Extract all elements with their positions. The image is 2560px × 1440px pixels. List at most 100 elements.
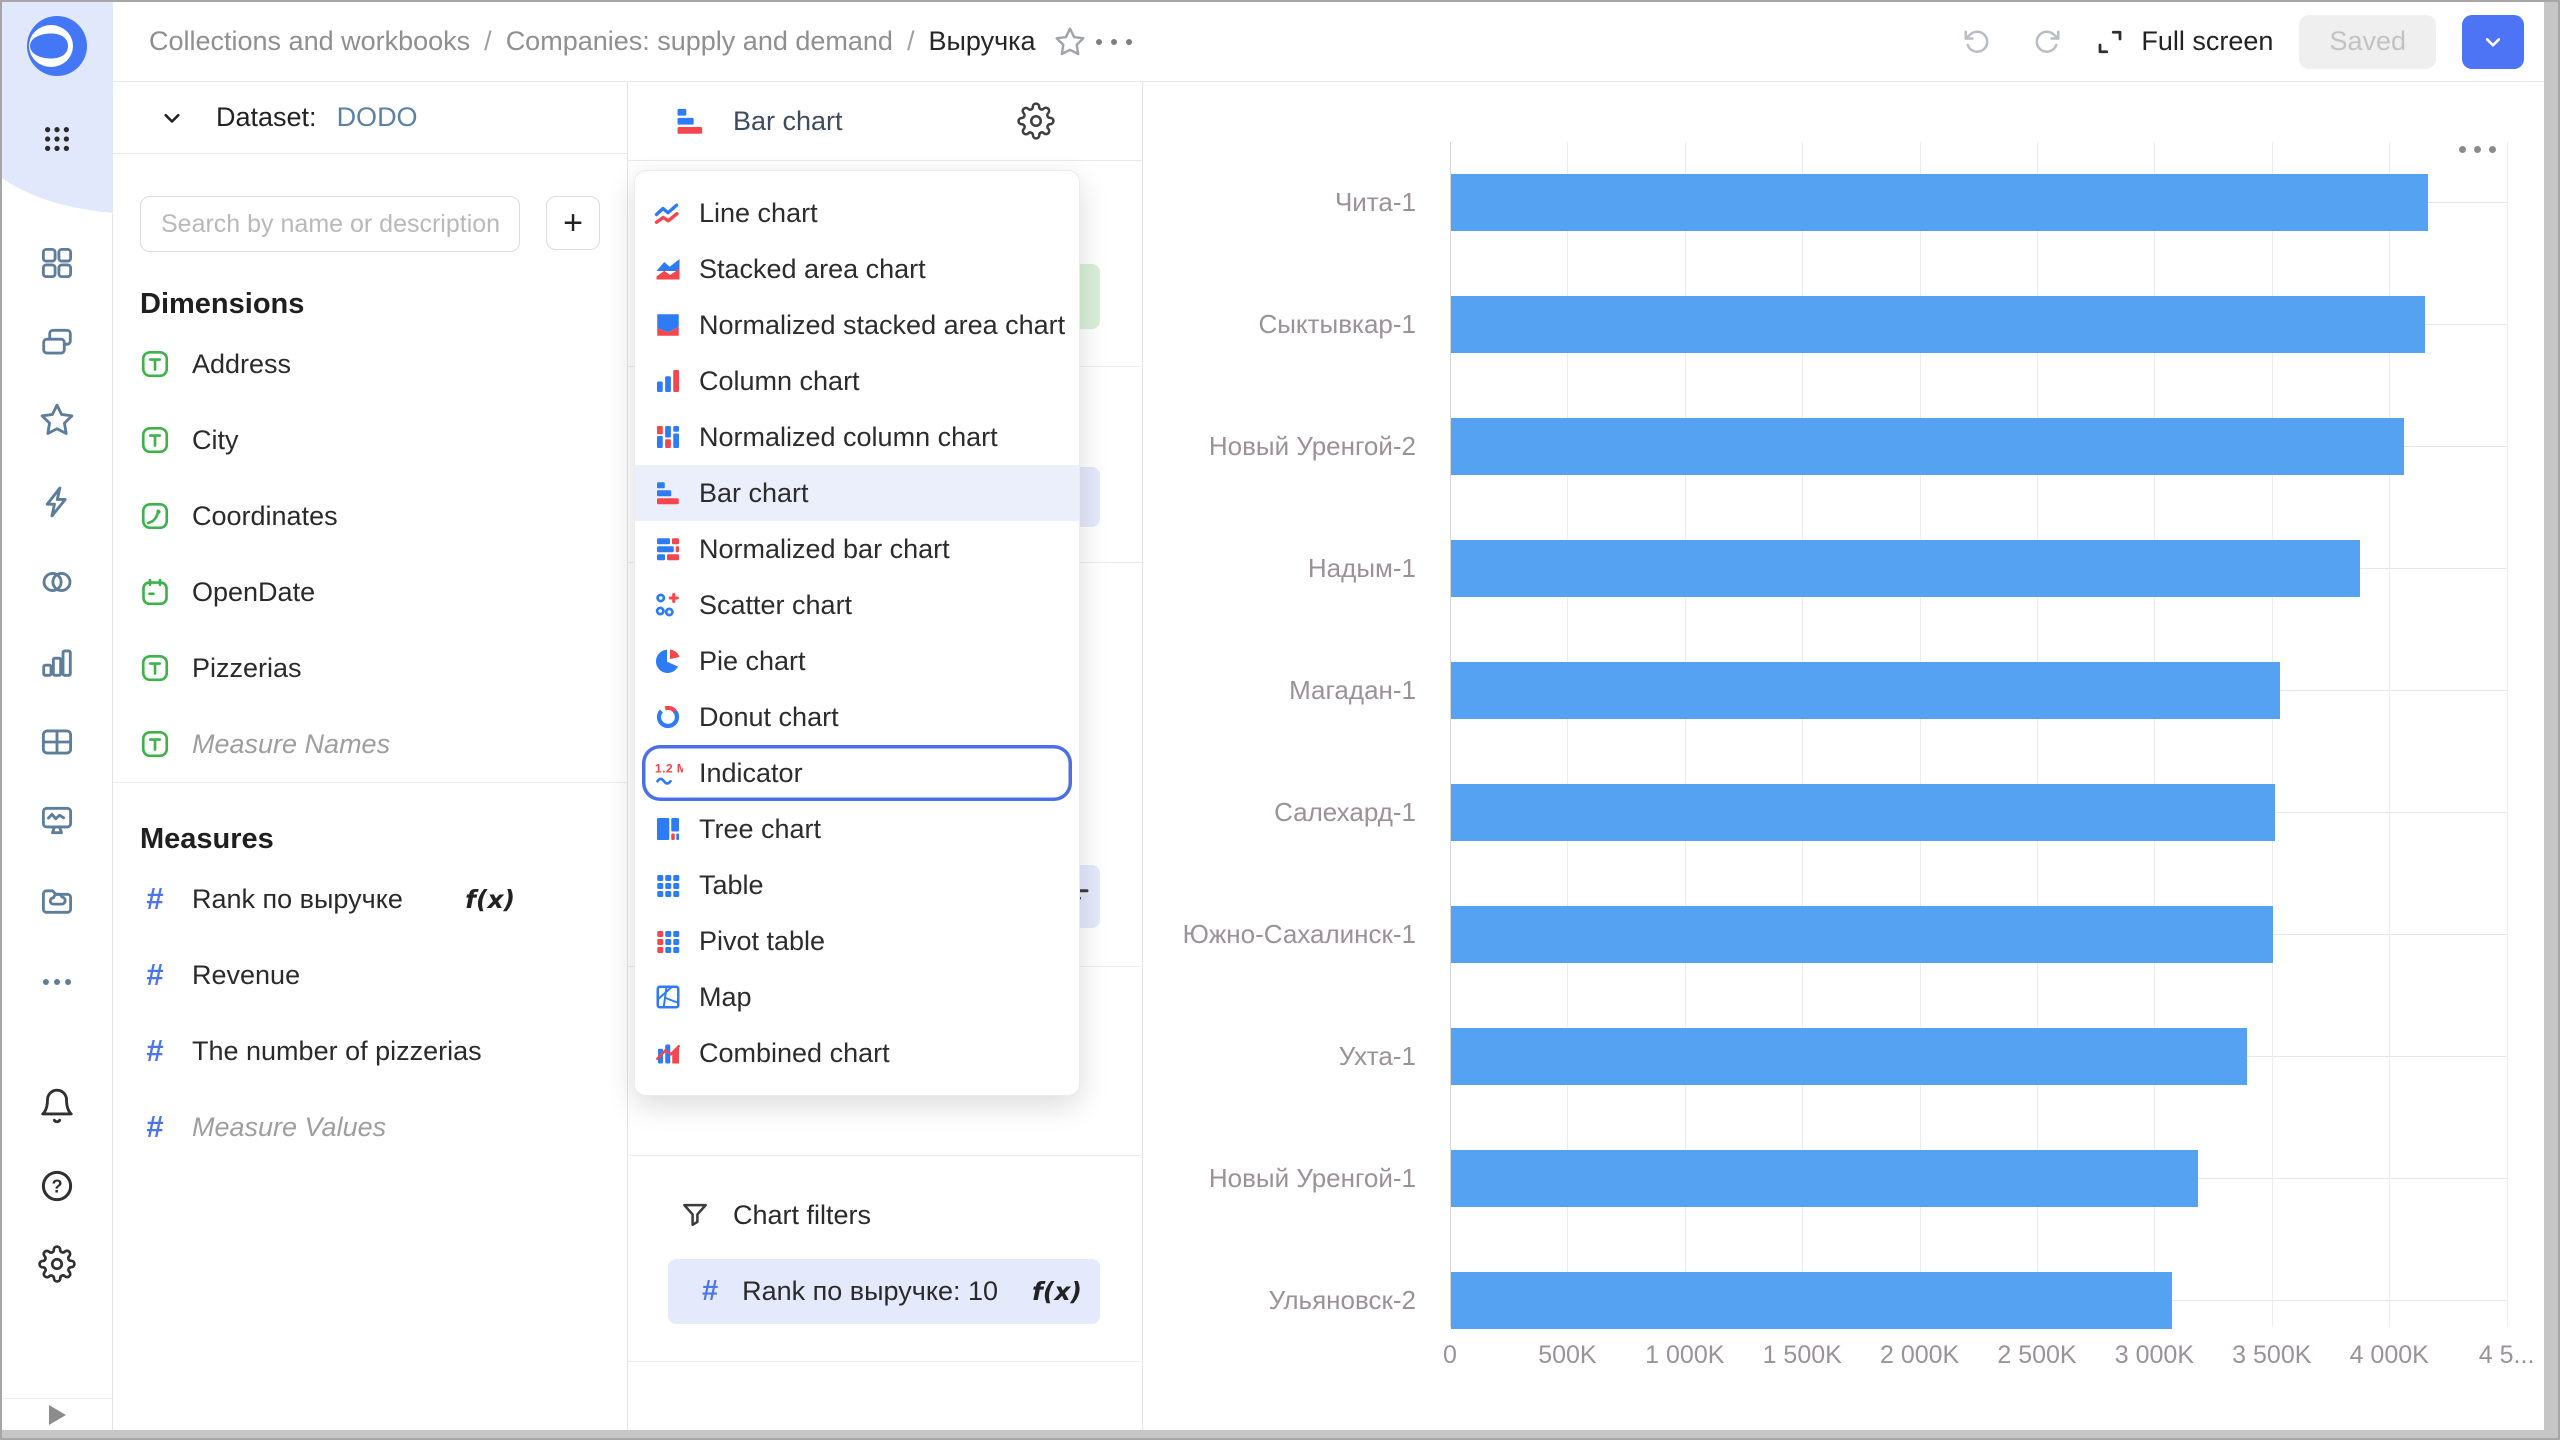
menu-item-line-chart[interactable]: Line chart xyxy=(635,185,1079,241)
chart-type-label: Bar chart xyxy=(733,106,843,137)
menu-item-label: Indicator xyxy=(699,758,803,789)
field-label: City xyxy=(192,425,239,456)
field-date-icon xyxy=(140,577,170,607)
dataset-collapse-chevron-icon[interactable] xyxy=(158,104,186,132)
category-label: Новый Уренгой-1 xyxy=(1143,1161,1416,1195)
bar-южно-сахалинск-1[interactable] xyxy=(1451,906,2273,963)
redo-icon[interactable] xyxy=(2025,20,2069,64)
field-the-number-of-pizzerias[interactable]: # The number of pizzerias xyxy=(140,1013,600,1089)
menu-item-normalized-stacked-area-chart[interactable]: Normalized stacked area chart xyxy=(635,297,1079,353)
bar-ульяновск-2[interactable] xyxy=(1451,1272,2172,1329)
menu-item-normalized-column-chart[interactable]: Normalized column chart xyxy=(635,409,1079,465)
field-rank-по-выручке[interactable]: #Rank по выручкеf(x) xyxy=(140,861,600,937)
add-field-button[interactable]: + xyxy=(546,196,600,250)
chart-type-menu: Line chartStacked area chartNormalized s… xyxy=(634,170,1080,1096)
chart-filters-header: Chart filters xyxy=(679,1199,871,1231)
menu-item-column-chart[interactable]: Column chart xyxy=(635,353,1079,409)
field-label: Measure Values xyxy=(192,1112,386,1143)
chart-settings-gear-icon[interactable] xyxy=(1014,99,1058,143)
sidebar-item-lightning[interactable] xyxy=(35,480,79,524)
menu-item-map[interactable]: Map xyxy=(635,969,1079,1025)
sidebar-item-monitor-pulse[interactable] xyxy=(35,798,79,842)
menu-item-stacked-area-chart[interactable]: Stacked area chart xyxy=(635,241,1079,297)
dataset-name-link[interactable]: DODO xyxy=(337,102,418,133)
bar-ухта-1[interactable] xyxy=(1451,1028,2247,1085)
x-axis-tick-label: 0 xyxy=(1390,1341,1510,1370)
rail-curve xyxy=(2,178,113,214)
saved-button[interactable]: Saved xyxy=(2299,15,2436,69)
menu-item-bar-chart[interactable]: Bar chart xyxy=(635,465,1079,521)
sidebar-item-help[interactable]: ? xyxy=(35,1164,79,1208)
x-axis-tick-label: 4 000K xyxy=(2329,1341,2449,1370)
sidebar-item-gear[interactable] xyxy=(35,1242,79,1286)
bar-chart-icon xyxy=(673,104,707,138)
undo-icon[interactable] xyxy=(1955,20,1999,64)
field-label: Measure Names xyxy=(192,729,390,760)
menu-item-normalized-bar-chart[interactable]: Normalized bar chart xyxy=(635,521,1079,577)
menu-item-donut-chart[interactable]: Donut chart xyxy=(635,689,1079,745)
field-search-input[interactable] xyxy=(140,196,520,252)
breadcrumb-more-icon[interactable] xyxy=(1092,20,1136,64)
dataset-header: Dataset: DODO xyxy=(113,82,627,154)
sidebar-item-cloud-folder[interactable] xyxy=(35,878,79,922)
bar-chart-icon xyxy=(653,478,683,508)
breadcrumb-workbook[interactable]: Companies: supply and demand xyxy=(506,26,893,57)
bar-новый-уренгой-1[interactable] xyxy=(1451,1150,2198,1207)
field-measure-values[interactable]: #Measure Values xyxy=(140,1089,600,1165)
bar-новый-уренгой-2[interactable] xyxy=(1451,418,2404,475)
sidebar-item-venn-circles[interactable] xyxy=(35,560,79,604)
field-measure-names[interactable]: Measure Names xyxy=(140,706,600,782)
bar-сыктывкар-1[interactable] xyxy=(1451,296,2425,353)
menu-item-tree-chart[interactable]: Tree chart xyxy=(635,801,1079,857)
field-coordinates[interactable]: Coordinates xyxy=(140,478,600,554)
menu-item-combined-chart[interactable]: Combined chart xyxy=(635,1025,1079,1081)
chart-menu-icon[interactable] xyxy=(2451,132,2503,166)
bar-надым-1[interactable] xyxy=(1451,540,2360,597)
chart-type-selector[interactable]: Bar chart xyxy=(628,82,1142,161)
field-city[interactable]: City xyxy=(140,402,600,478)
rail-bottom xyxy=(2,1398,112,1430)
menu-item-pie-chart[interactable]: Pie chart xyxy=(635,633,1079,689)
breadcrumb: Collections and workbooks / Companies: s… xyxy=(149,26,1036,57)
apps-grid-icon[interactable] xyxy=(35,117,79,161)
field-text-icon xyxy=(140,349,170,379)
datalens-logo-icon[interactable] xyxy=(25,14,89,78)
bar-чита-1[interactable] xyxy=(1451,174,2428,231)
sidebar-item-bars-chart[interactable] xyxy=(35,640,79,684)
sidebar-item-star[interactable] xyxy=(35,398,79,442)
field-address[interactable]: Address xyxy=(140,326,600,402)
field-text-icon xyxy=(140,653,170,683)
map-icon xyxy=(653,982,683,1012)
menu-item-label: Pivot table xyxy=(699,926,825,957)
sidebar-item-grid-squares[interactable] xyxy=(35,241,79,285)
save-dropdown-button[interactable] xyxy=(2462,15,2524,69)
fullscreen-button[interactable]: Full screen xyxy=(2095,26,2273,57)
bar-магадан-1[interactable] xyxy=(1451,662,2280,719)
favorite-star-icon[interactable] xyxy=(1048,20,1092,64)
number-field-icon: # xyxy=(140,1033,170,1069)
field-pizzerias[interactable]: Pizzerias xyxy=(140,630,600,706)
menu-item-scatter-chart[interactable]: Scatter chart xyxy=(635,577,1079,633)
category-label: Магадан-1 xyxy=(1143,673,1416,707)
menu-item-label: Column chart xyxy=(699,366,860,397)
breadcrumb-separator: / xyxy=(484,26,492,57)
menu-item-pivot-table[interactable]: Pivot table xyxy=(635,913,1079,969)
pivot-table-icon xyxy=(653,926,683,956)
field-label: The number of pizzerias xyxy=(192,1036,482,1067)
sidebar-item-folders[interactable] xyxy=(35,320,79,364)
field-label: Rank по выручке xyxy=(192,884,403,915)
menu-item-indicator[interactable]: 1.2 MIndicator xyxy=(642,745,1072,801)
sidebar-item-more-dots[interactable] xyxy=(35,960,79,1004)
field-revenue[interactable]: #Revenue xyxy=(140,937,600,1013)
field-opendate[interactable]: OpenDate xyxy=(140,554,600,630)
sidebar-item-bell[interactable] xyxy=(35,1084,79,1128)
category-label: Чита-1 xyxy=(1143,185,1416,219)
category-label: Салехард-1 xyxy=(1143,795,1416,829)
menu-item-table[interactable]: Table xyxy=(635,857,1079,913)
filter-chip-rank[interactable]: # Rank по выручке: 10 f(x) xyxy=(668,1259,1100,1324)
top-bar-actions: Full screen Saved xyxy=(1955,15,2524,69)
sidebar-item-table-grid[interactable] xyxy=(35,720,79,764)
bar-салехард-1[interactable] xyxy=(1451,784,2275,841)
breadcrumb-collections[interactable]: Collections and workbooks xyxy=(149,26,470,57)
expand-play-icon[interactable] xyxy=(49,1405,66,1425)
